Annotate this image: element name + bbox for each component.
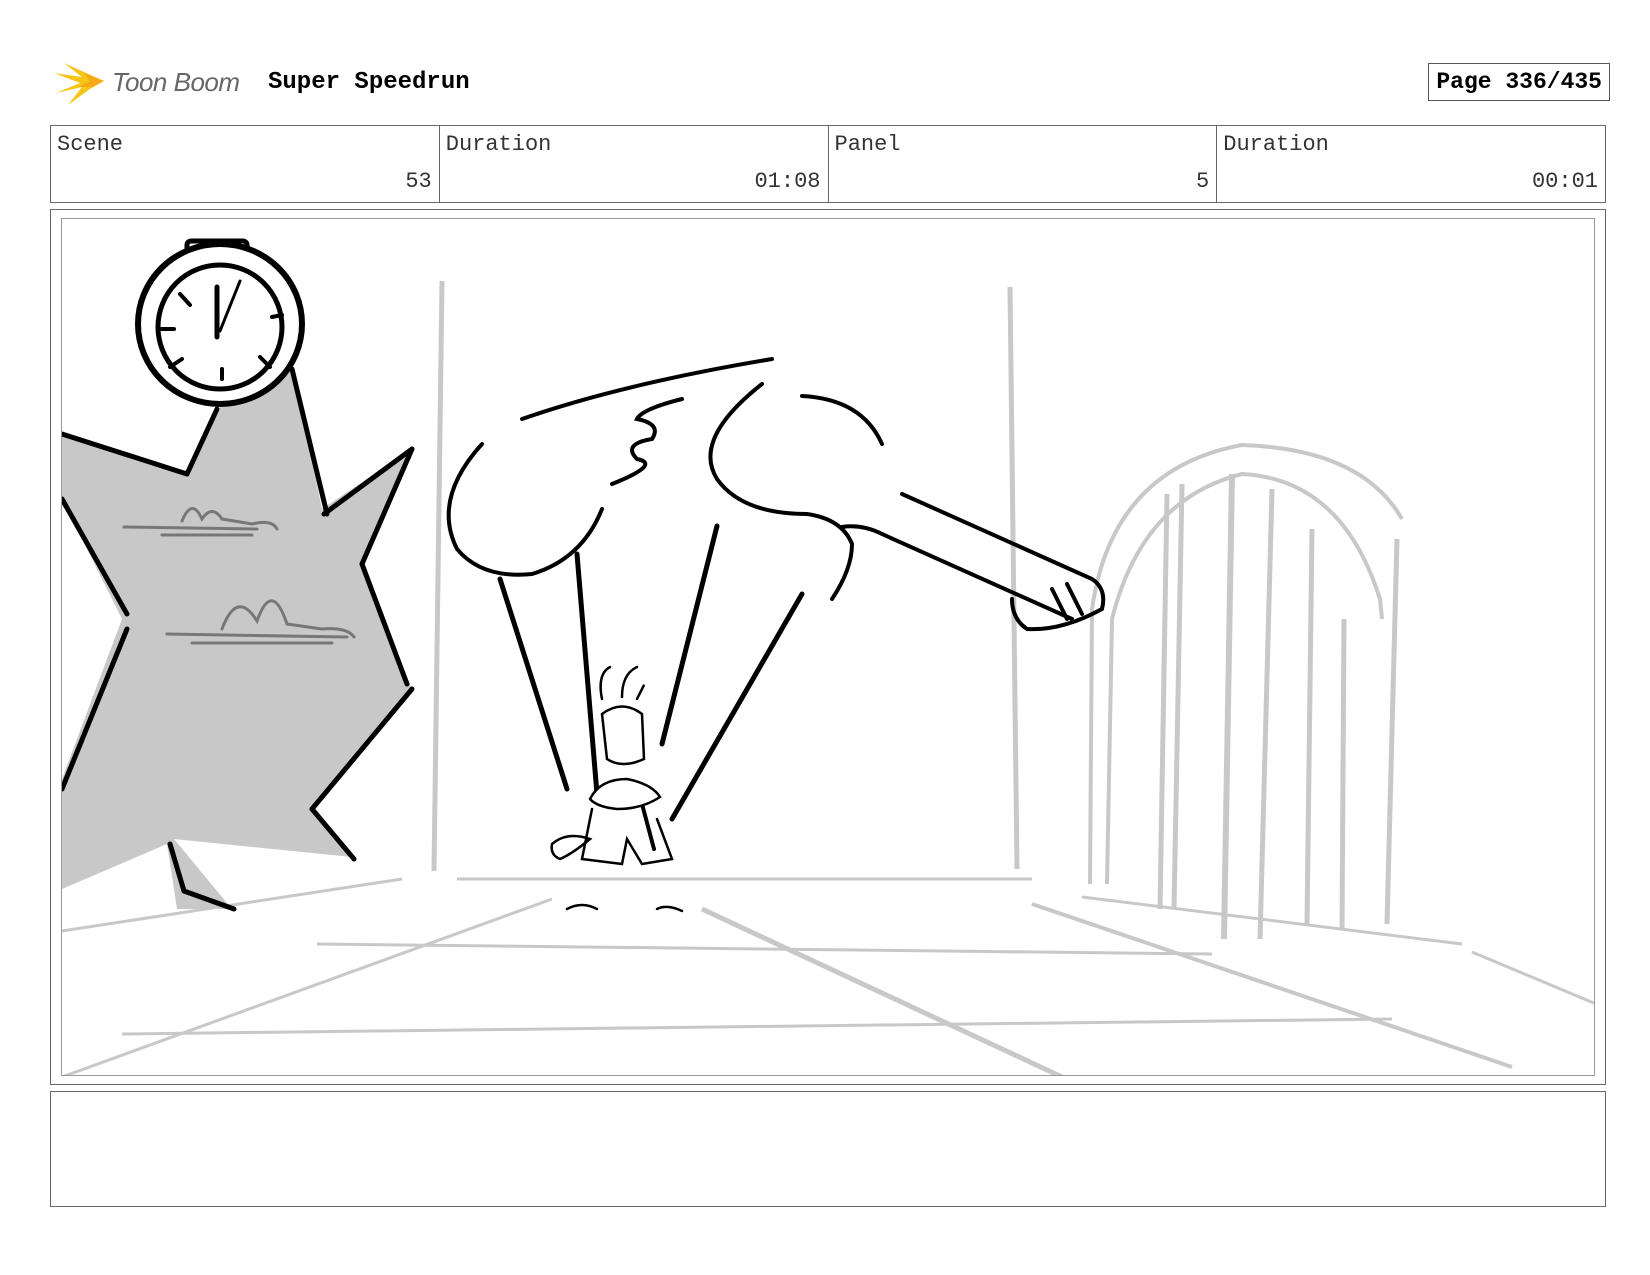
storyboard-panel-frame bbox=[50, 209, 1606, 1085]
panel-label: Panel bbox=[834, 132, 901, 157]
scene-duration-value: 01:08 bbox=[754, 169, 821, 194]
logo-text: Toon Boom bbox=[112, 67, 240, 97]
panel-duration-value: 00:01 bbox=[1531, 169, 1598, 194]
storyboard-panel-image bbox=[61, 218, 1595, 1076]
page-number: Page 336/435 bbox=[1428, 63, 1610, 101]
scene-label: Scene bbox=[57, 132, 124, 157]
panel-duration-cell: Duration 00:01 bbox=[1217, 126, 1605, 202]
panel-cell: Panel 5 bbox=[829, 126, 1218, 202]
speed-burst bbox=[62, 366, 415, 912]
scene-cell: Scene 53 bbox=[51, 126, 440, 202]
panel-notes bbox=[50, 1091, 1606, 1207]
scene-duration-label: Duration bbox=[445, 132, 552, 157]
stopwatch bbox=[135, 238, 305, 407]
bird-creature bbox=[446, 357, 1106, 632]
starburst-logo-icon bbox=[54, 63, 104, 105]
page-header: Toon Boom Super Speedrun Page 336/435 bbox=[50, 55, 1610, 110]
toon-boom-logo: Toon Boom bbox=[54, 59, 254, 109]
project-title: Super Speedrun bbox=[268, 69, 470, 96]
scene-value: 53 bbox=[405, 169, 432, 194]
storyboard-sketch bbox=[62, 238, 1594, 1075]
archway bbox=[1088, 442, 1404, 940]
scene-info-table: Scene 53 Duration 01:08 Panel 5 Duration… bbox=[50, 125, 1606, 203]
character bbox=[550, 665, 684, 913]
panel-value: 5 bbox=[1196, 169, 1210, 194]
panel-duration-label: Duration bbox=[1223, 132, 1329, 157]
scene-duration-cell: Duration 01:08 bbox=[440, 126, 829, 202]
